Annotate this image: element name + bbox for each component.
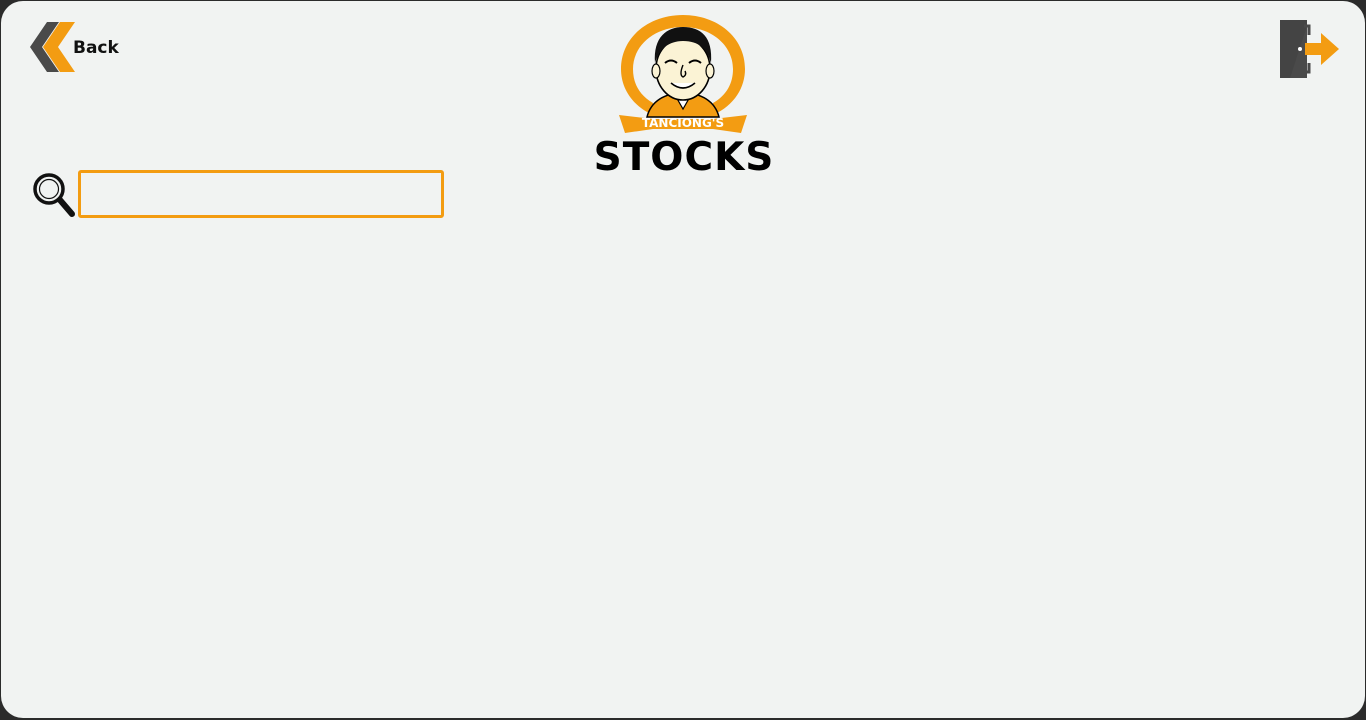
mascot-logo: TANCIONG'S [619, 15, 747, 133]
logout-button[interactable] [1277, 17, 1341, 81]
page-title: STOCKS [593, 135, 775, 180]
back-button[interactable]: Back [29, 21, 119, 73]
double-chevron-left-icon [30, 22, 75, 72]
door-exit-icon [1280, 20, 1339, 78]
search-icon [33, 173, 75, 217]
back-label: Back [73, 38, 119, 58]
app-window: Back TANCIONG'S STOCKS [1, 1, 1365, 718]
search-input[interactable] [78, 170, 444, 218]
logo-text: TANCIONG'S [642, 116, 724, 130]
